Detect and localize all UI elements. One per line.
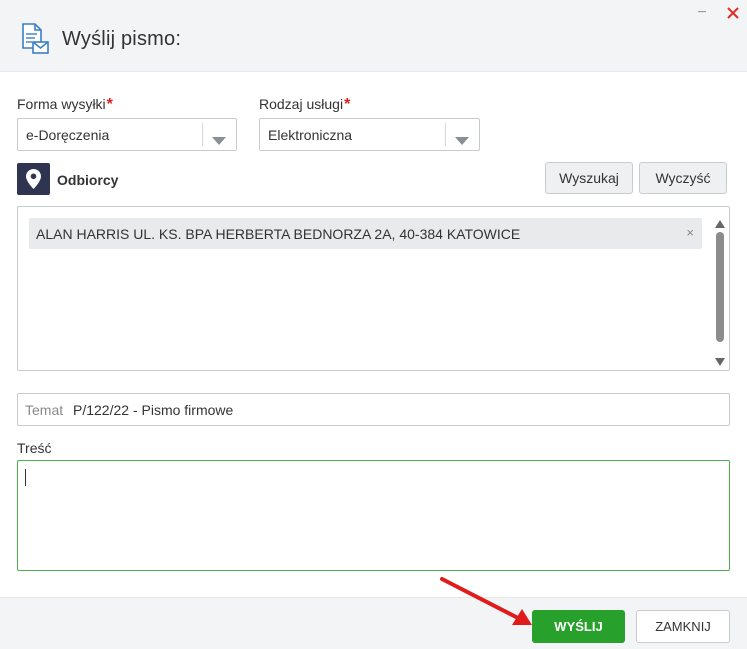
scrollbar-thumb[interactable]	[716, 232, 724, 342]
location-pin-icon	[26, 169, 41, 189]
close-button[interactable]: ZAMKNIJ	[636, 610, 730, 643]
required-mark: *	[344, 96, 351, 113]
body-textarea[interactable]	[17, 460, 730, 571]
search-button[interactable]: Wyszukaj	[545, 162, 633, 194]
minimize-icon[interactable]: −	[695, 5, 709, 21]
subject-field[interactable]: Temat P/122/22 - Pismo firmowe	[17, 393, 730, 426]
clear-button[interactable]: Wyczyść	[639, 162, 727, 194]
chevron-down-icon[interactable]	[455, 132, 469, 145]
remove-recipient-icon[interactable]: ×	[686, 225, 694, 240]
recipients-list[interactable]: ALAN HARRIS UL. KS. BPA HERBERTA BEDNORZ…	[17, 206, 730, 371]
service-type-label: Rodzaj usługi*	[259, 96, 350, 114]
delivery-form-select[interactable]: e-Doręczenia	[17, 118, 237, 151]
required-mark: *	[106, 96, 113, 113]
send-button[interactable]: WYŚLIJ	[532, 610, 625, 643]
subject-value: P/122/22 - Pismo firmowe	[73, 402, 234, 418]
recipient-chip[interactable]: ALAN HARRIS UL. KS. BPA HERBERTA BEDNORZ…	[29, 218, 702, 249]
recipient-address: ALAN HARRIS UL. KS. BPA HERBERTA BEDNORZ…	[36, 226, 521, 242]
delivery-form-label-text: Forma wysyłki	[17, 96, 106, 112]
chevron-down-icon[interactable]	[212, 132, 226, 145]
dialog-header: Wyślij pismo: −	[0, 0, 747, 72]
dialog-title: Wyślij pismo:	[62, 28, 182, 50]
select-divider	[202, 123, 203, 146]
scroll-down-icon[interactable]	[715, 353, 725, 366]
service-type-value: Elektroniczna	[268, 127, 353, 143]
subject-prefix: Temat	[25, 402, 64, 418]
service-type-label-text: Rodzaj usługi	[259, 96, 344, 112]
delivery-form-label: Forma wysyłki*	[17, 96, 113, 114]
body-label: Treść	[17, 440, 52, 456]
scroll-up-icon[interactable]	[715, 215, 725, 228]
recipients-badge	[17, 163, 50, 195]
select-divider	[445, 123, 446, 146]
dialog-footer: WYŚLIJ ZAMKNIJ	[0, 597, 747, 649]
service-type-select[interactable]: Elektroniczna	[259, 118, 480, 151]
text-cursor	[25, 469, 26, 486]
close-icon[interactable]	[725, 5, 741, 21]
send-letter-dialog: Wyślij pismo: − Forma wysyłki* e-Doręcze…	[0, 0, 747, 649]
recipients-label: Odbiorcy	[57, 172, 119, 188]
delivery-form-value: e-Doręczenia	[26, 127, 110, 143]
document-mail-icon	[20, 23, 50, 55]
